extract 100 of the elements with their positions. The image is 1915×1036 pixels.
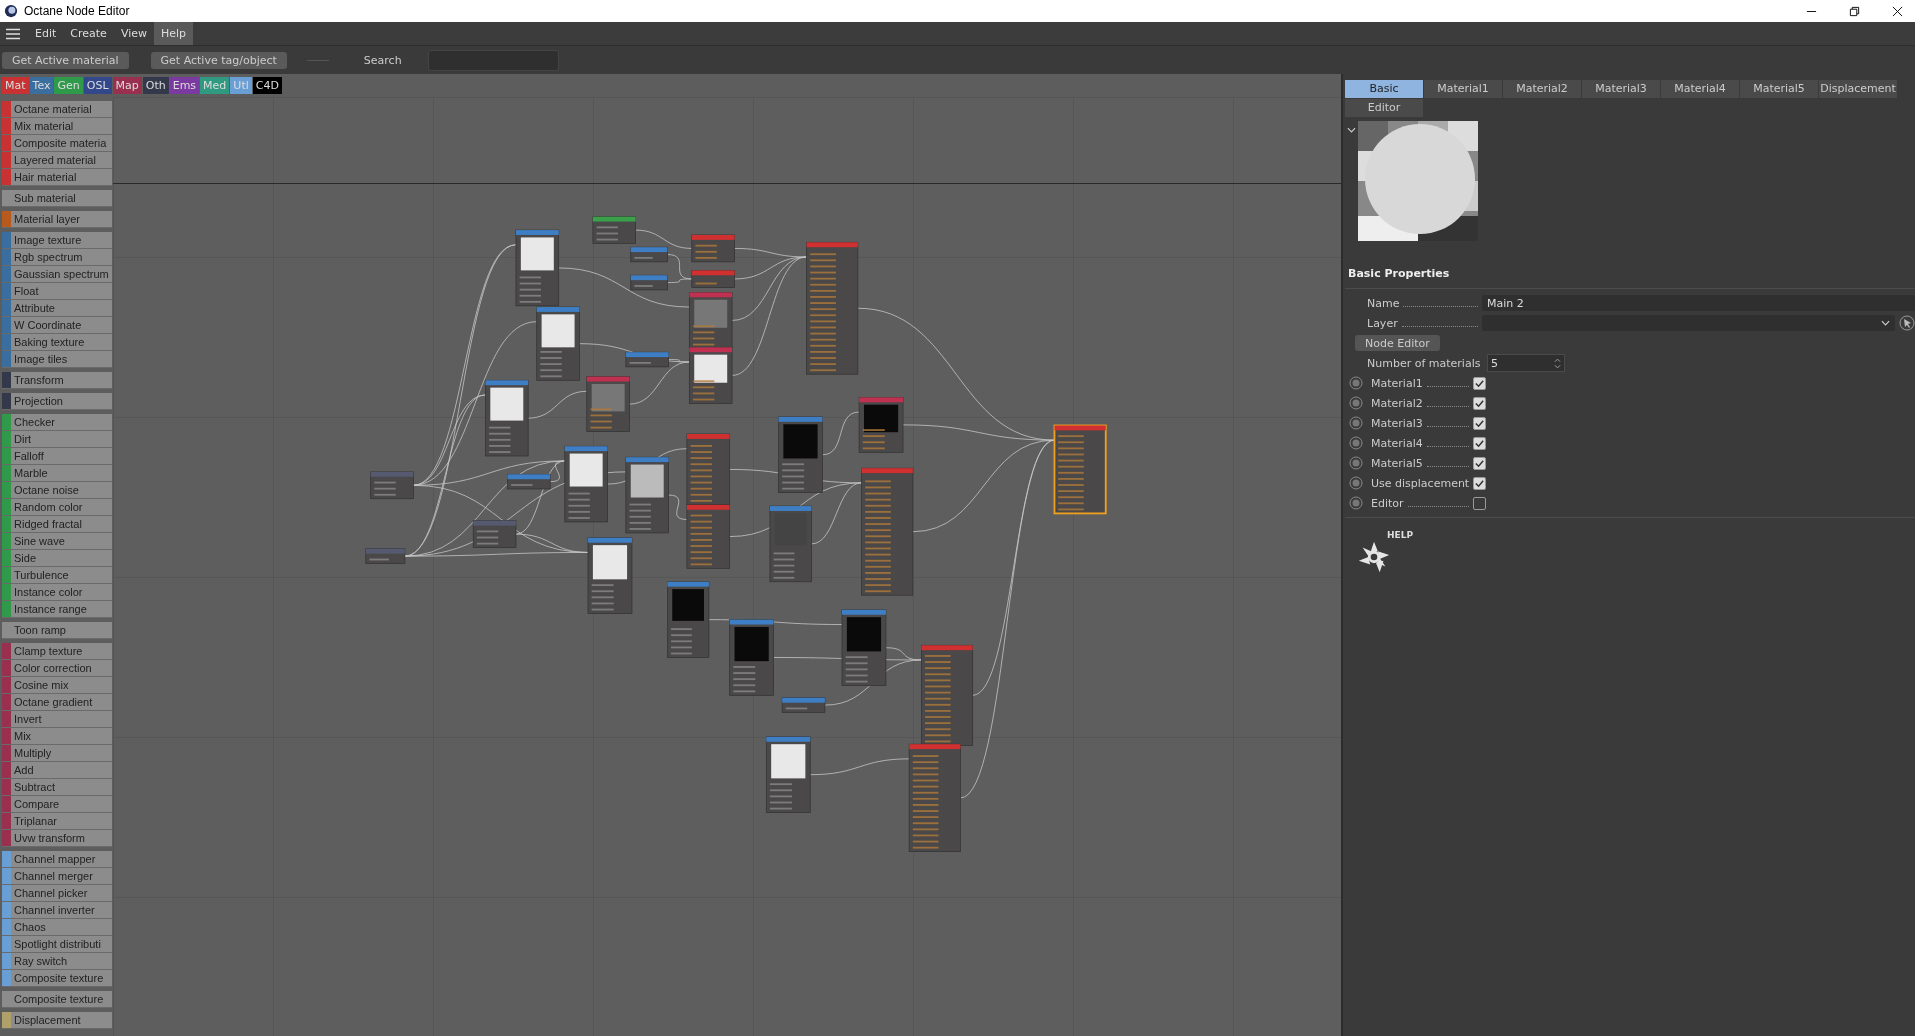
palette-item[interactable]: Dirt	[2, 431, 112, 448]
palette-item[interactable]: Triplanar	[2, 813, 112, 830]
close-icon[interactable]	[1892, 5, 1903, 17]
palette-item[interactable]: Turbulence	[2, 567, 112, 584]
palette-item[interactable]: Channel picker	[2, 885, 112, 902]
field-label: Name	[1367, 296, 1482, 310]
palette-item[interactable]: Multiply	[2, 745, 112, 762]
palette-item[interactable]: Marble	[2, 465, 112, 482]
category-tab[interactable]: Tex	[29, 77, 54, 94]
palette-item[interactable]: Compare	[2, 796, 112, 813]
palette-item[interactable]: Rgb spectrum	[2, 249, 112, 266]
help-label[interactable]: HELP	[1387, 530, 1413, 540]
name-field[interactable]: Main 2	[1482, 295, 1915, 311]
animation-radio-icon[interactable]	[1349, 496, 1363, 510]
checkbox[interactable]	[1473, 456, 1486, 470]
tab[interactable]: Editor	[1345, 99, 1423, 117]
palette-item[interactable]: Ray switch	[2, 953, 112, 970]
node-editor-button[interactable]: Node Editor	[1355, 335, 1440, 351]
palette-item[interactable]: Channel mapper	[2, 851, 112, 868]
checkbox[interactable]	[1473, 416, 1486, 430]
palette-item[interactable]: Projection	[2, 393, 112, 410]
category-tab[interactable]: C4D	[252, 77, 282, 94]
collapse-caret-icon[interactable]	[1347, 127, 1356, 133]
palette-item[interactable]: Sine wave	[2, 533, 112, 550]
animation-radio-icon[interactable]	[1349, 376, 1363, 390]
palette-item[interactable]: Baking texture	[2, 334, 112, 351]
palette-item[interactable]: Ridged fractal	[2, 516, 112, 533]
palette-item[interactable]: Subtract	[2, 779, 112, 796]
palette-item[interactable]: Add	[2, 762, 112, 779]
palette-item[interactable]: Octane noise	[2, 482, 112, 499]
animation-radio-icon[interactable]	[1349, 456, 1363, 470]
palette-item[interactable]: W Coordinate	[2, 317, 112, 334]
palette-item[interactable]: Side	[2, 550, 112, 567]
palette-item[interactable]: Cosine mix	[2, 677, 112, 694]
menu-icon[interactable]	[6, 27, 20, 40]
category-tab[interactable]: Oth	[142, 77, 169, 94]
palette-item[interactable]: Chaos	[2, 919, 112, 936]
palette-item[interactable]: Composite materia	[2, 135, 112, 152]
pick-cursor-icon[interactable]	[1899, 315, 1915, 331]
restore-icon[interactable]	[1849, 5, 1860, 17]
category-tab[interactable]: Ems	[169, 77, 200, 94]
palette-item[interactable]: Octane gradient	[2, 694, 112, 711]
palette-item[interactable]: Float	[2, 283, 112, 300]
tab[interactable]: Displacement	[1819, 80, 1897, 98]
palette-item[interactable]: Clamp texture	[2, 643, 112, 660]
tab[interactable]: Material3	[1582, 80, 1660, 98]
spinner-arrows-icon	[1554, 357, 1561, 369]
palette-item[interactable]: Hair material	[2, 169, 112, 186]
animation-radio-icon[interactable]	[1349, 396, 1363, 410]
checkbox[interactable]	[1473, 496, 1486, 510]
palette-item[interactable]: Instance color	[2, 584, 112, 601]
tab[interactable]: Material1	[1424, 80, 1502, 98]
palette-item[interactable]: Layered material	[2, 152, 112, 169]
checkbox[interactable]	[1473, 396, 1486, 410]
palette-item[interactable]: Invert	[2, 711, 112, 728]
animation-radio-icon[interactable]	[1349, 416, 1363, 430]
palette-item[interactable]: Composite texture	[2, 991, 112, 1008]
palette-item[interactable]: Color correction	[2, 660, 112, 677]
category-tab[interactable]: Mat	[2, 77, 29, 94]
palette-item[interactable]: Uvw transform	[2, 830, 112, 847]
category-tab[interactable]: Gen	[54, 77, 83, 94]
palette-item[interactable]: Spotlight distributi	[2, 936, 112, 953]
toolbar-button[interactable]: Get Active tag/object	[150, 51, 287, 69]
tab[interactable]: Material5	[1740, 80, 1818, 98]
tab[interactable]: Material4	[1661, 80, 1739, 98]
category-tab[interactable]: OSL	[83, 77, 112, 94]
tab[interactable]: Material2	[1503, 80, 1581, 98]
palette-item[interactable]: Mix	[2, 728, 112, 745]
palette-item[interactable]: Composite texture	[2, 970, 112, 987]
palette-item[interactable]: Image tiles	[2, 351, 112, 368]
checkbox[interactable]	[1473, 436, 1486, 450]
palette-item[interactable]: Channel merger	[2, 868, 112, 885]
palette-item[interactable]: Transform	[2, 372, 112, 389]
palette-item[interactable]: Falloff	[2, 448, 112, 465]
category-tab[interactable]: Map	[112, 77, 142, 94]
palette-item[interactable]: Instance range	[2, 601, 112, 618]
animation-radio-icon[interactable]	[1349, 436, 1363, 450]
number-spinner[interactable]: 5	[1487, 354, 1565, 372]
menu-item[interactable]: Help	[154, 22, 194, 45]
palette-item[interactable]: Image texture	[2, 232, 112, 249]
palette-item[interactable]: Checker	[2, 414, 112, 431]
palette-item[interactable]: Sub material	[2, 190, 112, 207]
toolbar-button[interactable]: Get Active material	[2, 51, 129, 69]
palette-item[interactable]: Octane material	[2, 101, 112, 118]
menu-item[interactable]: View	[113, 22, 154, 45]
menu-item[interactable]: Edit	[28, 22, 64, 45]
menu-item[interactable]: Create	[63, 22, 114, 45]
animation-radio-icon[interactable]	[1349, 476, 1363, 490]
palette-item[interactable]: Mix material	[2, 118, 112, 135]
category-tab[interactable]: Med	[200, 77, 230, 94]
checkbox[interactable]	[1473, 376, 1486, 390]
palette-item[interactable]: Material layer	[2, 211, 112, 228]
palette-item[interactable]: Displacement	[2, 1012, 112, 1029]
palette-item[interactable]: Gaussian spectrum	[2, 266, 112, 283]
palette-item[interactable]: Channel inverter	[2, 902, 112, 919]
tab[interactable]: Basic	[1345, 80, 1423, 98]
palette-item[interactable]: Toon ramp	[2, 622, 112, 639]
palette-item[interactable]: Attribute	[2, 300, 112, 317]
palette-item[interactable]: Random color	[2, 499, 112, 516]
checkbox[interactable]	[1473, 476, 1486, 490]
